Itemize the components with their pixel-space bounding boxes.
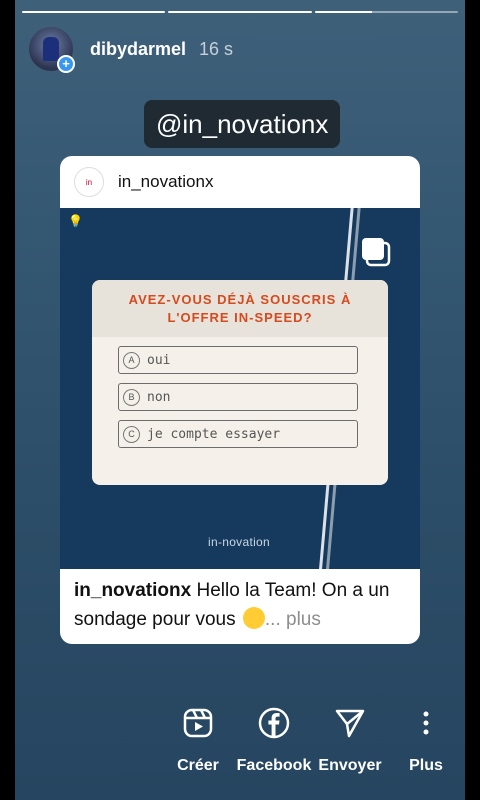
- send-icon: [332, 705, 368, 741]
- more-label: Plus: [409, 757, 443, 774]
- progress-fill: [168, 11, 312, 13]
- facebook-icon: [256, 705, 292, 741]
- post-header: in in_novationx: [60, 156, 420, 208]
- progress-fill: [314, 11, 372, 13]
- option-text: oui: [147, 352, 171, 368]
- option-letter: C: [123, 425, 140, 443]
- smiling-emoji-icon: [242, 607, 265, 629]
- caption-more-link[interactable]: ... plus: [265, 609, 321, 630]
- progress-segment: [22, 11, 166, 13]
- more-vertical-icon: [408, 705, 444, 741]
- progress-segment: [314, 11, 458, 13]
- add-story-icon[interactable]: +: [57, 55, 75, 73]
- create-button[interactable]: Créer: [160, 705, 236, 775]
- story-progress: [22, 11, 458, 13]
- post-image[interactable]: 💡 AVEZ-VOUS DÉJÀ SOUSCRIS À L'OFFRE IN-S…: [60, 208, 420, 569]
- progress-fill: [22, 11, 166, 13]
- progress-segment: [168, 11, 312, 13]
- brand-watermark: in-novation: [208, 535, 271, 549]
- post-logo-text: in: [85, 177, 93, 187]
- caption-username: in_novationx: [74, 580, 192, 601]
- lamp-icon: 💡: [68, 214, 83, 228]
- send-button[interactable]: Envoyer: [312, 705, 388, 775]
- poll-option-b: B non: [118, 383, 358, 411]
- story-viewer[interactable]: + dibydarmel 16 s @in_novationx in in_no…: [15, 0, 465, 800]
- option-letter: A: [123, 351, 140, 369]
- more-button[interactable]: Plus: [388, 705, 464, 775]
- avatar[interactable]: +: [29, 27, 75, 73]
- option-text: non: [147, 389, 171, 405]
- reels-icon: [180, 705, 216, 741]
- poll-question: AVEZ-VOUS DÉJÀ SOUSCRIS À L'OFFRE IN-SPE…: [92, 280, 388, 337]
- facebook-label: Facebook: [236, 757, 312, 774]
- option-letter: B: [123, 388, 140, 406]
- post-username[interactable]: in_novationx: [118, 172, 213, 192]
- story-username[interactable]: dibydarmel: [90, 39, 186, 60]
- post-avatar[interactable]: in: [74, 167, 104, 197]
- poll-option-c: C je compte essayer: [118, 420, 358, 448]
- poll-card: AVEZ-VOUS DÉJÀ SOUSCRIS À L'OFFRE IN-SPE…: [92, 280, 388, 485]
- poll-option-a: A oui: [118, 346, 358, 374]
- post-caption[interactable]: in_novationx Hello la Team! On a un sond…: [74, 576, 410, 634]
- shared-post-card[interactable]: in in_novationx 💡 AVEZ-VOUS DÉJÀ SOUSCRI…: [60, 156, 420, 644]
- create-label: Créer: [177, 757, 219, 774]
- action-bar: Créer Facebook Envoyer Plus: [160, 705, 464, 775]
- story-time: 16 s: [199, 38, 234, 59]
- mention-sticker[interactable]: @in_novationx: [144, 100, 341, 148]
- story-header: + dibydarmel 16 s: [29, 27, 234, 73]
- send-label: Envoyer: [318, 757, 382, 774]
- carousel-icon: [362, 238, 391, 267]
- option-text: je compte essayer: [147, 426, 281, 442]
- facebook-button[interactable]: Facebook: [236, 705, 312, 775]
- avatar-image: [43, 37, 59, 61]
